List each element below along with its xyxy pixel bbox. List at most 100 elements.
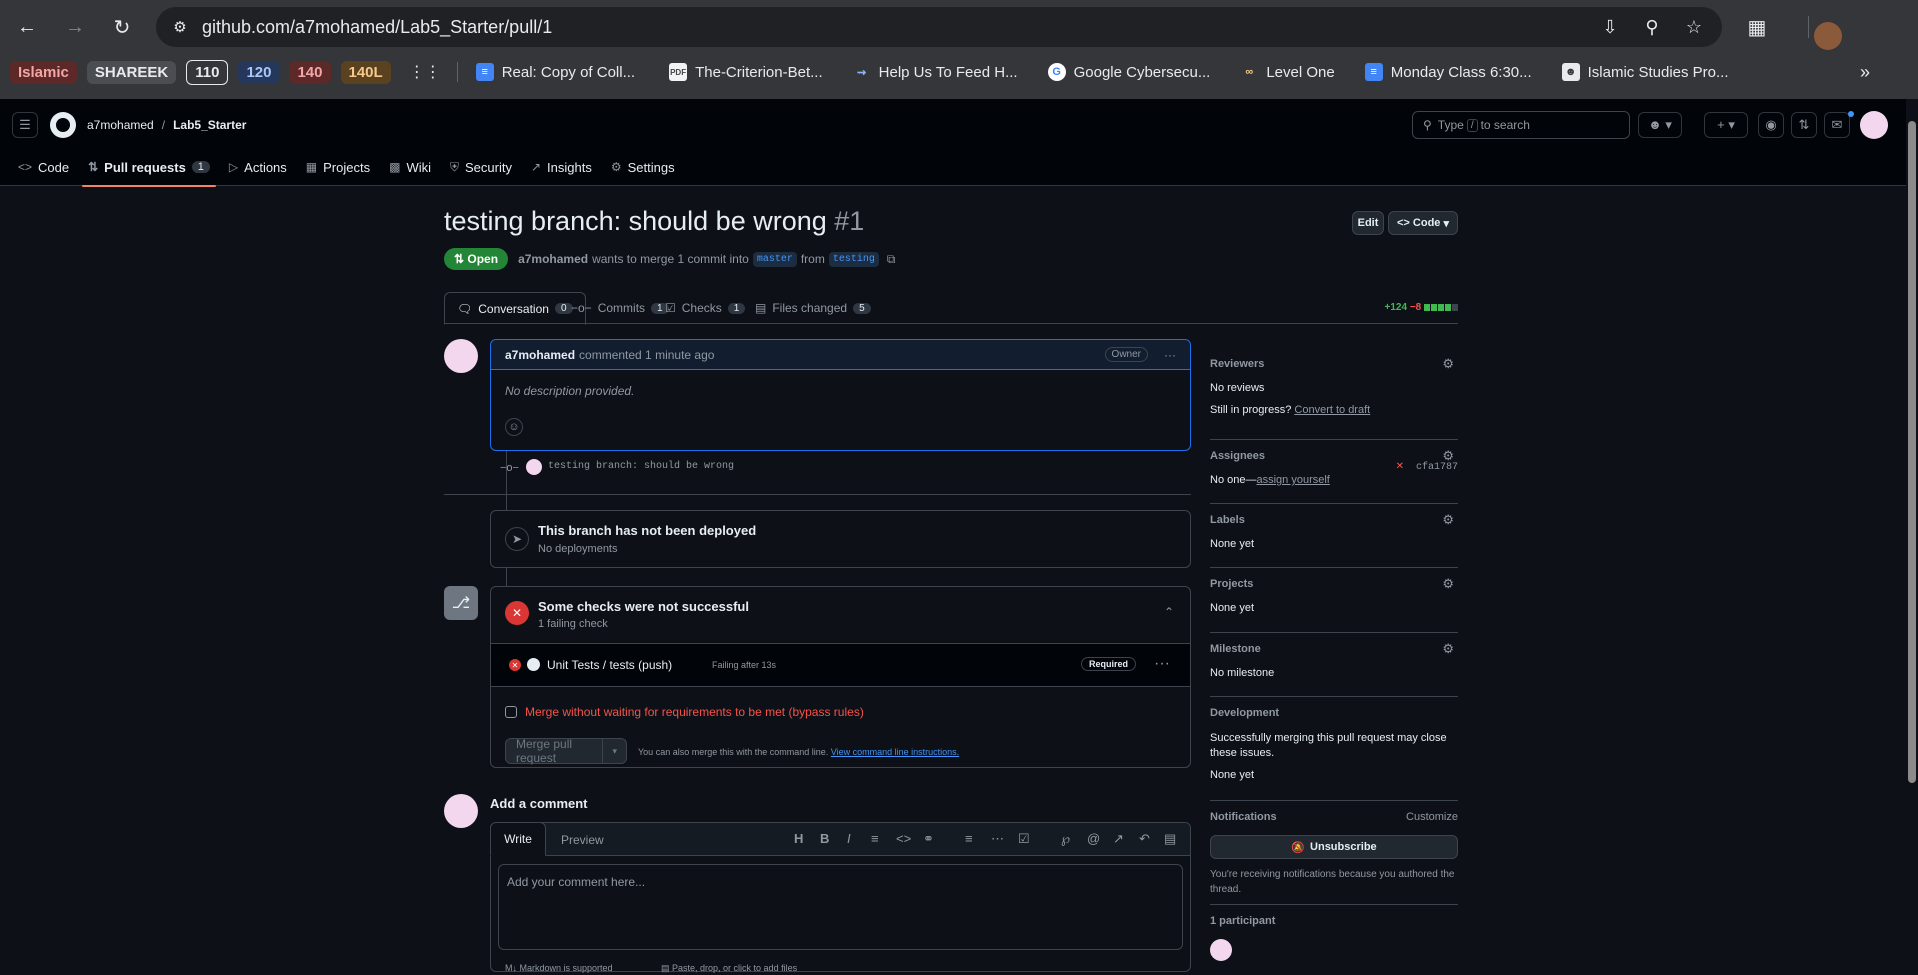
projects-heading[interactable]: Projects [1210,578,1458,590]
bookmark-tag-140[interactable]: 140 [289,60,331,84]
attach-icon[interactable]: ℘ [1061,831,1070,847]
avatar[interactable] [444,794,478,828]
collapse-chevron-icon[interactable]: ⌃ [1164,605,1174,619]
bookmark-item[interactable]: G Google Cybersecu... [1047,63,1210,81]
task-list-icon[interactable]: ☑ [1018,831,1030,847]
milestone-heading[interactable]: Milestone [1210,643,1458,655]
install-icon[interactable]: ⇩ [1598,15,1622,39]
tab-actions[interactable]: ▷ Actions [229,153,287,181]
assignees-heading[interactable]: Assignees [1210,450,1458,462]
bold-icon[interactable]: B [820,831,829,846]
check-name[interactable]: Unit Tests / tests (push) [547,658,672,672]
apps-grid-icon[interactable]: ⋮⋮ [409,62,441,82]
customize-link[interactable]: Customize [1406,811,1458,823]
scrollbar-thumb[interactable] [1908,121,1916,783]
bypass-label[interactable]: Merge without waiting for requirements t… [525,705,864,719]
heading-icon[interactable]: H [794,831,803,846]
bookmark-item[interactable]: ☻ Islamic Studies Pro... [1561,63,1729,81]
attach-note[interactable]: ▤ Paste, drop, or click to add files [661,963,797,974]
gear-icon[interactable]: ⚙ [1442,512,1454,528]
forward-icon[interactable]: → [58,10,92,44]
star-icon[interactable]: ☆ [1682,15,1706,39]
assign-yourself-link[interactable]: assign yourself [1256,474,1329,486]
comment-textarea[interactable]: Add your comment here... [498,864,1183,950]
copy-icon[interactable]: ⧉ [887,252,896,267]
scrollbar[interactable] [1906,99,1918,968]
extensions-icon[interactable]: ▦ [1740,10,1774,44]
url-text[interactable]: github.com/a7mohamed/Lab5_Starter/pull/1 [202,17,552,38]
gear-icon[interactable]: ⚙ [1442,576,1454,592]
convert-to-draft-link[interactable]: Convert to draft [1294,404,1370,416]
bookmark-tag-120[interactable]: 120 [238,60,280,84]
bookmark-tag-140l[interactable]: 140L [340,60,391,84]
comment-author[interactable]: a7mohamed [505,348,575,362]
kebab-menu-icon[interactable]: ··· [1154,655,1170,673]
tab-security[interactable]: ⛨ Security [450,153,512,181]
menu-icon[interactable]: ☰ [12,112,38,138]
italic-icon[interactable]: I [847,831,851,846]
reviewers-heading[interactable]: Reviewers [1210,358,1458,370]
code-icon[interactable]: <> [896,831,911,846]
tab-code[interactable]: <> Code [18,153,69,181]
code-button[interactable]: <> Code ▾ [1388,211,1458,235]
head-branch[interactable]: testing [828,251,879,267]
slash-commands-icon[interactable]: ▤ [1164,831,1176,847]
owner-link[interactable]: a7mohamed [87,118,154,132]
search-input[interactable]: ⚲ Type / to search [1412,111,1630,139]
more-bookmarks-icon[interactable]: » [1860,62,1870,83]
gear-icon[interactable]: ⚙ [1442,641,1454,657]
bookmark-tag-shareek[interactable]: SHAREEK [86,60,177,84]
issues-icon[interactable]: ◉ [1758,112,1784,138]
bookmark-item[interactable]: ≡ Real: Copy of Coll... [475,63,635,81]
author-link[interactable]: a7mohamed [518,252,588,266]
labels-heading[interactable]: Labels [1210,514,1458,526]
tab-pull-requests[interactable]: ⇅ Pull requests 1 [82,153,216,187]
inbox-icon[interactable]: ✉ [1824,112,1850,138]
bookmark-item[interactable]: PDF The-Criterion-Bet... [669,63,823,81]
merge-button[interactable]: Merge pull request ▾ [505,737,627,765]
gear-icon[interactable]: ⚙ [1442,448,1454,464]
unordered-list-icon[interactable]: ⋯ [991,831,1004,847]
link-icon[interactable]: ⚭ [923,831,934,847]
copilot-button[interactable]: ☻ ▾ [1638,112,1682,138]
reload-icon[interactable]: ↻ [105,10,139,44]
github-logo-icon[interactable] [50,112,76,138]
write-tab[interactable]: Write [490,822,546,856]
gear-icon[interactable]: ⚙ [1442,356,1454,372]
bookmark-item[interactable]: ⇝ Help Us To Feed H... [853,63,1018,81]
edit-button[interactable]: Edit [1352,211,1384,235]
commit-avatar[interactable] [526,459,542,475]
smiley-icon[interactable]: ☺ [505,418,523,436]
repo-link[interactable]: Lab5_Starter [173,118,246,132]
bookmark-item[interactable]: ∞ Level One [1240,63,1334,81]
unsubscribe-button[interactable]: 🔕 Unsubscribe [1210,835,1458,859]
bookmark-tag-islamic[interactable]: Islamic [10,60,77,84]
kebab-menu-icon[interactable]: ··· [1164,348,1176,362]
participant-avatar[interactable] [1210,939,1232,961]
undo-icon[interactable]: ↶ [1139,831,1150,847]
bookmark-item[interactable]: ≡ Monday Class 6:30... [1364,63,1532,81]
tab-wiki[interactable]: ▩ Wiki [389,153,431,181]
preview-tab[interactable]: Preview [561,833,604,847]
ordered-list-icon[interactable]: ≡ [965,831,973,846]
profile-avatar[interactable] [1814,22,1842,50]
quote-icon[interactable]: ≡ [871,831,879,846]
commit-message[interactable]: testing branch: should be wrong [548,461,734,472]
tab-insights[interactable]: ↗ Insights [531,153,592,181]
tab-files-changed[interactable]: ▤ Files changed 5 [743,292,883,324]
bookmark-tag-110[interactable]: 110 [186,59,229,85]
site-info-icon[interactable]: ⚙ [168,15,192,39]
address-bar[interactable]: ⚙ github.com/a7mohamed/Lab5_Starter/pull… [156,7,1722,47]
reference-icon[interactable]: ↗ [1113,831,1124,847]
chevron-down-icon[interactable]: ▾ [602,739,626,763]
user-avatar[interactable] [1860,111,1888,139]
avatar[interactable] [444,339,478,373]
create-new-button[interactable]: + ▾ [1704,112,1748,138]
bypass-checkbox[interactable] [505,706,517,718]
tab-checks[interactable]: ☑ Checks 1 [653,292,757,324]
tab-projects[interactable]: ▦ Projects [306,153,370,181]
mention-icon[interactable]: @ [1087,831,1100,846]
cli-link[interactable]: View command line instructions. [831,747,959,757]
pull-requests-icon[interactable]: ⇅ [1791,112,1817,138]
base-branch[interactable]: master [752,251,797,267]
